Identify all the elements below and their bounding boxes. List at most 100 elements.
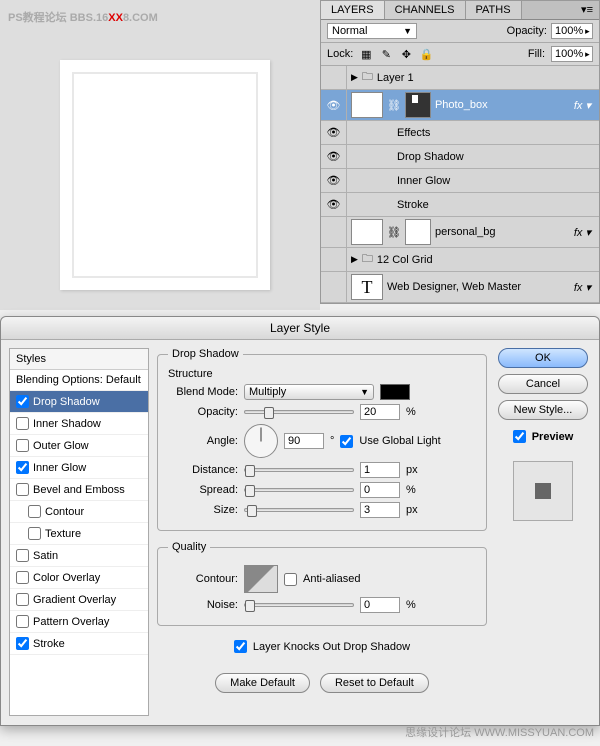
style-item-satin[interactable]: Satin <box>10 545 148 567</box>
preview-checkbox[interactable] <box>513 430 526 443</box>
angle-dial[interactable] <box>244 424 278 458</box>
spread-input[interactable] <box>360 482 400 498</box>
style-label: Inner Shadow <box>33 418 101 430</box>
style-label: Pattern Overlay <box>33 616 109 628</box>
style-label: Satin <box>33 550 58 562</box>
layer-row[interactable]: 👁 ⛓Photo_boxfx ▾ <box>321 90 599 121</box>
folder-arrow-icon[interactable]: ▶ <box>351 254 358 265</box>
opacity-slider[interactable] <box>244 410 354 414</box>
eye-icon[interactable]: 👁 <box>327 174 341 187</box>
blend-mode-label: Blend Mode: <box>168 386 238 398</box>
tab-layers[interactable]: LAYERS <box>321 1 385 19</box>
lock-all-icon[interactable]: 🔒 <box>419 47 433 61</box>
style-checkbox[interactable] <box>16 461 29 474</box>
noise-input[interactable] <box>360 597 400 613</box>
cancel-button[interactable]: Cancel <box>498 374 588 394</box>
layer-row[interactable]: ▶🗀12 Col Grid <box>321 248 599 272</box>
noise-slider[interactable] <box>244 603 354 607</box>
tab-paths[interactable]: PATHS <box>466 1 522 19</box>
eye-icon[interactable]: 👁 <box>327 99 341 112</box>
layer-row[interactable]: TWeb Designer, Web Masterfx ▾ <box>321 272 599 303</box>
fx-badge[interactable]: fx ▾ <box>574 99 595 112</box>
style-item-color-overlay[interactable]: Color Overlay <box>10 567 148 589</box>
layer-row[interactable]: 👁Stroke <box>321 193 599 217</box>
eye-icon[interactable]: 👁 <box>327 150 341 163</box>
style-item-texture[interactable]: Texture <box>10 523 148 545</box>
spread-slider[interactable] <box>244 488 354 492</box>
opacity-input[interactable] <box>360 404 400 420</box>
style-checkbox[interactable] <box>16 439 29 452</box>
anti-aliased-checkbox[interactable] <box>284 573 297 586</box>
fill-label: Fill: <box>528 48 545 60</box>
style-checkbox[interactable] <box>28 505 41 518</box>
reset-default-button[interactable]: Reset to Default <box>320 673 429 693</box>
distance-slider[interactable] <box>244 468 354 472</box>
style-item-inner-glow[interactable]: Inner Glow <box>10 457 148 479</box>
layer-row[interactable]: ▶🗀Layer 1 <box>321 66 599 90</box>
layer-row[interactable]: 👁Effects <box>321 121 599 145</box>
contour-picker[interactable] <box>244 565 278 593</box>
style-item-pattern-overlay[interactable]: Pattern Overlay <box>10 611 148 633</box>
blend-mode-select[interactable]: Normal▼ <box>327 23 417 39</box>
style-item-contour[interactable]: Contour <box>10 501 148 523</box>
make-default-button[interactable]: Make Default <box>215 673 310 693</box>
preview-swatch <box>513 461 573 521</box>
lock-brush-icon[interactable]: ✎ <box>379 47 393 61</box>
style-item-bevel-and-emboss[interactable]: Bevel and Emboss <box>10 479 148 501</box>
fx-badge[interactable]: fx ▾ <box>574 226 595 239</box>
style-label: Inner Glow <box>33 462 86 474</box>
blend-mode-dropdown[interactable]: Multiply▼ <box>244 384 374 400</box>
style-checkbox[interactable] <box>16 483 29 496</box>
contour-label: Contour: <box>168 573 238 585</box>
shadow-color-swatch[interactable] <box>380 384 410 400</box>
style-checkbox[interactable] <box>16 549 29 562</box>
style-item-outer-glow[interactable]: Outer Glow <box>10 435 148 457</box>
layer-row[interactable]: 👁Inner Glow <box>321 169 599 193</box>
style-checkbox[interactable] <box>16 417 29 430</box>
opacity-label: Opacity: <box>168 406 238 418</box>
eye-icon[interactable]: 👁 <box>327 198 341 211</box>
tab-channels[interactable]: CHANNELS <box>385 1 466 19</box>
blending-options[interactable]: Blending Options: Default <box>10 370 148 391</box>
eye-icon[interactable]: 👁 <box>327 126 341 139</box>
style-item-inner-shadow[interactable]: Inner Shadow <box>10 413 148 435</box>
style-checkbox[interactable] <box>16 395 29 408</box>
new-style-button[interactable]: New Style... <box>498 400 588 420</box>
style-checkbox[interactable] <box>16 593 29 606</box>
size-input[interactable] <box>360 502 400 518</box>
global-light-checkbox[interactable] <box>340 435 353 448</box>
ok-button[interactable]: OK <box>498 348 588 368</box>
lock-transparency-icon[interactable]: ▦ <box>359 47 373 61</box>
angle-input[interactable] <box>284 433 324 449</box>
folder-arrow-icon[interactable]: ▶ <box>351 72 358 83</box>
link-icon: ⛓ <box>387 226 401 239</box>
style-item-gradient-overlay[interactable]: Gradient Overlay <box>10 589 148 611</box>
style-label: Drop Shadow <box>33 396 100 408</box>
style-checkbox[interactable] <box>28 527 41 540</box>
fx-badge[interactable]: fx ▾ <box>574 281 595 294</box>
styles-header[interactable]: Styles <box>10 349 148 370</box>
lock-move-icon[interactable]: ✥ <box>399 47 413 61</box>
knockout-checkbox[interactable] <box>234 640 247 653</box>
size-slider[interactable] <box>244 508 354 512</box>
fill-input[interactable]: 100%▸ <box>551 46 593 62</box>
quality-fieldset: Quality Contour: Anti-aliased Noise: % <box>157 541 487 626</box>
style-label: Texture <box>45 528 81 540</box>
style-checkbox[interactable] <box>16 615 29 628</box>
style-checkbox[interactable] <box>16 637 29 650</box>
layer-row[interactable]: ⛓personal_bgfx ▾ <box>321 217 599 248</box>
panel-menu-icon[interactable]: ▾≡ <box>575 1 599 19</box>
style-label: Color Overlay <box>33 572 100 584</box>
opacity-input[interactable]: 100%▸ <box>551 23 593 39</box>
lock-label: Lock: <box>327 48 353 60</box>
style-item-stroke[interactable]: Stroke <box>10 633 148 655</box>
layer-row[interactable]: 👁Drop Shadow <box>321 145 599 169</box>
layer-thumb <box>351 219 383 245</box>
style-checkbox[interactable] <box>16 571 29 584</box>
style-item-drop-shadow[interactable]: Drop Shadow <box>10 391 148 413</box>
angle-label: Angle: <box>168 435 238 447</box>
distance-input[interactable] <box>360 462 400 478</box>
section-legend: Drop Shadow <box>168 348 243 360</box>
layers-panel: LAYERS CHANNELS PATHS ▾≡ Normal▼ Opacity… <box>320 0 600 304</box>
quality-legend: Quality <box>168 541 210 553</box>
